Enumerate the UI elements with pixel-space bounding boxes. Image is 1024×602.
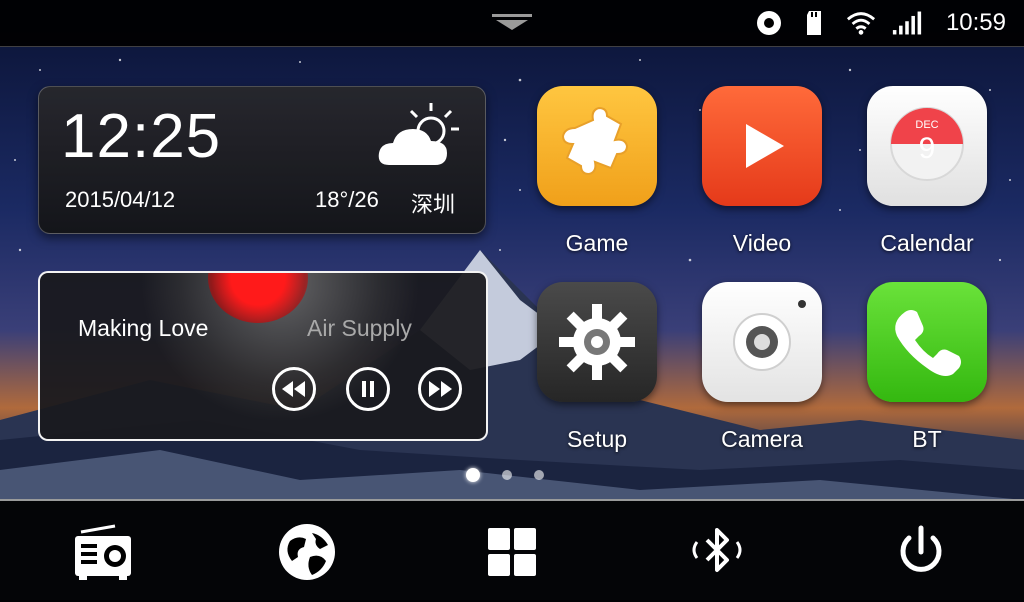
app-label: Video [732,230,792,256]
app-game[interactable]: Game [535,86,659,257]
app-label: Game [565,230,629,256]
pause-icon [362,381,374,397]
globe-icon [279,524,335,580]
chevron-down-icon[interactable] [490,14,534,32]
sd-card-icon [800,8,830,38]
song-title: Making Love [78,315,209,341]
gear-icon [537,282,657,402]
camera-icon [702,282,822,402]
rewind-button[interactable] [272,367,316,411]
bluetooth-button[interactable] [682,521,752,583]
page-dot-2[interactable] [502,470,512,480]
app-camera[interactable]: Camera [700,282,824,453]
fast-forward-icon [429,381,452,397]
widget-temperature: 18°/26 [315,187,379,212]
widget-city: 深圳 [411,193,456,218]
page-dot-1[interactable] [466,468,480,482]
wifi-icon [846,8,876,38]
puzzle-icon [537,86,657,206]
app-label: BT [912,426,942,452]
app-setup[interactable]: Setup [535,282,659,453]
fast-forward-button[interactable] [418,367,462,411]
bluetooth-icon [692,528,742,572]
power-button[interactable] [886,521,956,583]
status-clock: 10:59 [945,9,1006,36]
calendar-month: DEC [915,119,938,131]
rewind-icon [282,381,305,397]
phone-icon [867,282,987,402]
widget-time: 12:25 [61,102,222,171]
status-bar: 10:59 [0,0,1024,47]
apps-grid-icon [488,528,536,576]
app-label: Calendar [880,230,974,256]
app-label: Camera [721,426,803,452]
clock-weather-widget[interactable]: 12:25 2015/04/12 18°/26 深圳 [38,86,486,234]
play-icon [702,86,822,206]
radio-button[interactable] [68,521,138,583]
dock-bar [0,499,1024,602]
browser-button[interactable] [272,521,342,583]
app-bt[interactable]: BT [865,282,989,453]
calendar-icon: DEC 9 [867,86,987,206]
app-video[interactable]: Video [700,86,824,257]
radio-icon [75,524,131,580]
widget-date: 2015/04/12 [65,187,176,212]
page-indicator [466,468,544,482]
music-player-widget[interactable]: Making Love Air Supply [38,271,488,441]
signal-icon [892,8,922,38]
song-artist: Air Supply [307,315,412,341]
partly-cloudy-icon [375,99,465,169]
power-icon [900,525,942,572]
app-drawer-button[interactable] [477,521,547,583]
app-label: Setup [566,426,628,452]
pause-button[interactable] [346,367,390,411]
page-dot-3[interactable] [534,470,544,480]
app-calendar[interactable]: DEC 9 Calendar [865,86,989,257]
record-icon [754,8,784,38]
calendar-day: 9 [919,132,936,165]
